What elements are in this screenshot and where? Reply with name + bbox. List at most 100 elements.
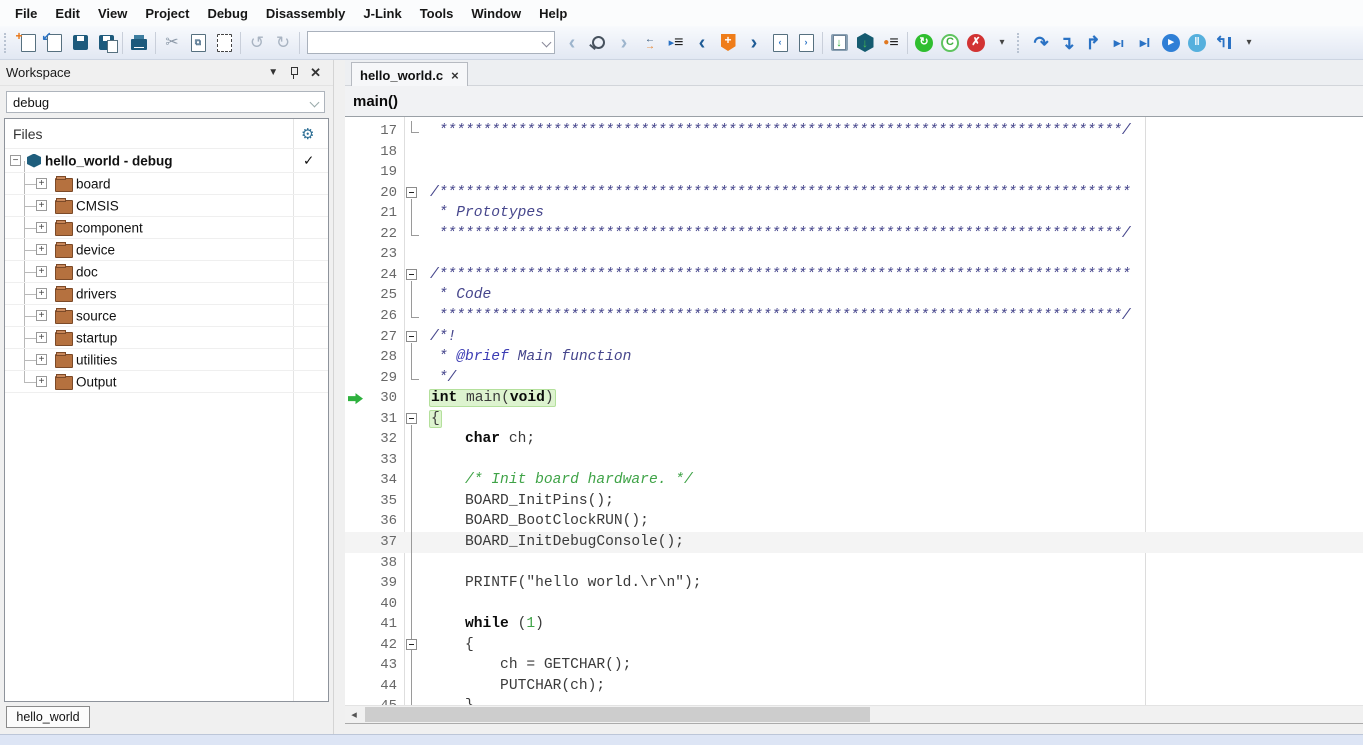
code-line-30[interactable]: 30int main(void) — [345, 388, 1363, 409]
tree-item-board[interactable]: +board — [5, 173, 328, 195]
code-line-17[interactable]: 17 *************************************… — [345, 121, 1363, 142]
tree-item-drivers[interactable]: +drivers — [5, 283, 328, 305]
menu-edit[interactable]: Edit — [46, 2, 89, 25]
configuration-dropdown[interactable]: debug — [6, 91, 325, 113]
more-options-icon[interactable]: ▾ — [1236, 30, 1262, 56]
fold-collapse-icon[interactable] — [406, 413, 417, 424]
tree-item-utilities[interactable]: +utilities — [5, 349, 328, 371]
code-line-21[interactable]: 21 * Prototypes — [345, 203, 1363, 224]
expand-icon[interactable]: + — [36, 288, 47, 299]
scrollbar-thumb[interactable] — [365, 707, 870, 722]
menu-debug[interactable]: Debug — [198, 2, 256, 25]
code-line-34[interactable]: 34 /* Init board hardware. */ — [345, 470, 1363, 491]
copy-icon[interactable]: ⧉ — [185, 30, 211, 56]
navigate-back-icon[interactable]: ‹ — [559, 30, 585, 56]
open-document-icon[interactable]: ↙ — [41, 30, 67, 56]
toggle-bookmark-icon[interactable]: + — [715, 30, 741, 56]
code-line-24[interactable]: 24/*************************************… — [345, 265, 1363, 286]
code-line-33[interactable]: 33 — [345, 450, 1363, 471]
expand-icon[interactable]: + — [36, 200, 47, 211]
print-icon[interactable] — [126, 30, 152, 56]
save-icon[interactable] — [67, 30, 93, 56]
close-tab-icon[interactable]: × — [451, 68, 459, 83]
fold-collapse-icon[interactable] — [406, 187, 417, 198]
expand-icon[interactable]: + — [36, 222, 47, 233]
expand-icon[interactable]: + — [36, 354, 47, 365]
code-line-22[interactable]: 22 *************************************… — [345, 224, 1363, 245]
next-statement-icon[interactable]: ▸ı — [1106, 30, 1132, 56]
download-and-debug-icon[interactable]: ↓ — [852, 30, 878, 56]
tree-item-component[interactable]: +component — [5, 217, 328, 239]
toolbar-overflow-icon[interactable]: ▾ — [989, 30, 1015, 56]
download-application-icon[interactable]: ↓ — [826, 30, 852, 56]
code-line-37[interactable]: 37 BOARD_InitDebugConsole(); — [345, 532, 1363, 553]
function-navigation-bar[interactable]: main() — [345, 86, 1363, 117]
menu-tools[interactable]: Tools — [411, 2, 463, 25]
window-menu-icon[interactable]: ▼ — [268, 67, 278, 78]
find-combo[interactable] — [303, 30, 559, 56]
expand-icon[interactable]: + — [36, 244, 47, 255]
code-line-39[interactable]: 39 PRINTF("hello world.\r\n"); — [345, 573, 1363, 594]
collapse-icon[interactable]: − — [10, 155, 21, 166]
close-icon[interactable]: ✕ — [310, 65, 321, 81]
expand-icon[interactable]: + — [36, 376, 47, 387]
workspace-titlebar[interactable]: Workspace ▼ ✕ — [0, 60, 333, 86]
fold-collapse-icon[interactable] — [406, 331, 417, 342]
next-bookmark-icon[interactable]: › — [741, 30, 767, 56]
code-area[interactable]: 17 *************************************… — [345, 117, 1363, 705]
previous-bookmark-icon[interactable]: ‹ — [689, 30, 715, 56]
code-line-20[interactable]: 20/*************************************… — [345, 183, 1363, 204]
navigate-forward-icon[interactable]: › — [611, 30, 637, 56]
menu-window[interactable]: Window — [462, 2, 530, 25]
step-over-icon[interactable]: ↷ — [1028, 30, 1054, 56]
new-document-icon[interactable]: + — [15, 30, 41, 56]
expand-icon[interactable]: + — [36, 332, 47, 343]
step-out-icon[interactable]: ↱ — [1080, 30, 1106, 56]
code-line-29[interactable]: 29 */ — [345, 368, 1363, 389]
disassembly-window-icon[interactable]: ●≡ — [878, 30, 904, 56]
gear-icon[interactable]: ⚙ — [301, 125, 314, 143]
fold-collapse-icon[interactable] — [406, 639, 417, 650]
code-line-42[interactable]: 42 { — [345, 635, 1363, 656]
menu-disassembly[interactable]: Disassembly — [257, 2, 355, 25]
code-line-40[interactable]: 40 — [345, 594, 1363, 615]
run-to-cursor-icon[interactable]: ▸I — [1132, 30, 1158, 56]
tree-item-source[interactable]: +source — [5, 305, 328, 327]
function-list-icon[interactable]: ▸≡ — [663, 30, 689, 56]
step-into-icon[interactable]: ↴ — [1054, 30, 1080, 56]
redo-icon[interactable]: ↻ — [270, 30, 296, 56]
tree-item-output[interactable]: +Output — [5, 371, 328, 393]
go-icon[interactable]: ▸ — [1158, 30, 1184, 56]
code-line-38[interactable]: 38 — [345, 553, 1363, 574]
menu-file[interactable]: File — [6, 2, 46, 25]
workspace-bottom-tab[interactable]: hello_world — [6, 706, 90, 728]
scroll-left-arrow-icon[interactable]: ◂ — [345, 706, 363, 723]
cut-icon[interactable]: ✂ — [159, 30, 185, 56]
tree-item-cmsis[interactable]: +CMSIS — [5, 195, 328, 217]
code-line-27[interactable]: 27/*! — [345, 327, 1363, 348]
find-icon[interactable] — [585, 30, 611, 56]
next-bookmark-in-document-icon[interactable]: › — [793, 30, 819, 56]
break-icon[interactable]: ‖ — [1184, 30, 1210, 56]
stop-debugging-icon[interactable]: ↰ — [1210, 30, 1236, 56]
menu-help[interactable]: Help — [530, 2, 576, 25]
tree-item-project-root[interactable]: −hello_world - debug✓ — [5, 149, 328, 173]
go-to-definition-icon[interactable]: ←→ — [637, 30, 663, 56]
code-line-19[interactable]: 19 — [345, 162, 1363, 183]
fold-collapse-icon[interactable] — [406, 269, 417, 280]
tree-item-doc[interactable]: +doc — [5, 261, 328, 283]
expand-icon[interactable]: + — [36, 310, 47, 321]
pin-icon[interactable] — [290, 67, 298, 79]
code-line-23[interactable]: 23 — [345, 244, 1363, 265]
code-line-45[interactable]: 45 } — [345, 696, 1363, 705]
code-line-44[interactable]: 44 PUTCHAR(ch); — [345, 676, 1363, 697]
horizontal-scrollbar[interactable]: ◂ — [345, 705, 1363, 723]
files-column-header[interactable]: Files⚙ — [5, 119, 328, 149]
stop-build-icon[interactable]: ✗ — [963, 30, 989, 56]
tree-item-device[interactable]: +device — [5, 239, 328, 261]
code-line-32[interactable]: 32 char ch; — [345, 429, 1363, 450]
expand-icon[interactable]: + — [36, 266, 47, 277]
reset-halt-icon[interactable]: C — [937, 30, 963, 56]
code-line-43[interactable]: 43 ch = GETCHAR(); — [345, 655, 1363, 676]
editor-tab[interactable]: hello_world.c × — [351, 62, 468, 87]
